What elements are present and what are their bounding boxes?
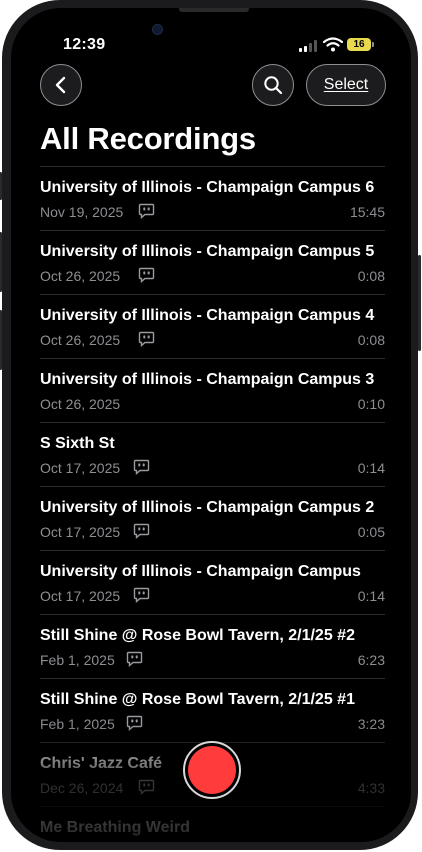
front-camera bbox=[153, 25, 162, 34]
action-button bbox=[0, 172, 2, 200]
recording-name: University of Illinois - Champaign Campu… bbox=[40, 307, 375, 324]
transcript-bubble-icon bbox=[138, 267, 155, 283]
transcript-bubble-icon bbox=[126, 651, 143, 667]
recording-duration: 3:23 bbox=[357, 716, 385, 732]
record-dot bbox=[188, 746, 236, 794]
recording-date: Dec 26, 2024 bbox=[40, 780, 124, 796]
speaker-grille bbox=[179, 8, 249, 12]
volume-down-button bbox=[0, 310, 2, 370]
recording-name: University of Illinois - Champaign Campu… bbox=[40, 371, 375, 388]
recording-row[interactable]: University of Illinois - Champaign Campu… bbox=[40, 550, 385, 614]
recording-date: Oct 26, 2025 bbox=[40, 268, 121, 284]
recording-name: Chris' Jazz Café bbox=[40, 755, 163, 772]
recording-row[interactable]: University of Illinois - Champaign Campu… bbox=[40, 358, 385, 422]
transcript-bubble-icon bbox=[133, 587, 150, 603]
recording-duration: 4:33 bbox=[357, 780, 385, 796]
recording-name: S Sixth St bbox=[40, 435, 115, 452]
recording-row[interactable]: S Sixth St Oct 17, 2025 0:14 bbox=[40, 422, 385, 486]
recording-duration: 0:14 bbox=[357, 460, 385, 476]
transcript-bubble-icon bbox=[138, 331, 155, 347]
transcript-bubble-icon bbox=[138, 203, 155, 219]
recording-name: Still Shine @ Rose Bowl Tavern, 2/1/25 #… bbox=[40, 691, 355, 708]
search-button[interactable] bbox=[252, 64, 294, 106]
recording-date: Oct 17, 2025 bbox=[40, 524, 121, 540]
volume-up-button bbox=[0, 232, 2, 292]
recording-duration: 0:08 bbox=[357, 268, 385, 284]
page-title: All Recordings bbox=[40, 121, 256, 156]
recording-row[interactable]: University of Illinois - Champaign Campu… bbox=[40, 166, 385, 230]
recording-duration: 0:10 bbox=[357, 396, 385, 412]
battery-indicator: 16 bbox=[347, 38, 371, 51]
recording-date: Nov 19, 2025 bbox=[40, 204, 124, 220]
recording-row[interactable]: Me Breathing Weird bbox=[40, 806, 385, 842]
status-time: 12:39 bbox=[63, 36, 106, 53]
recording-name: Me Breathing Weird bbox=[40, 819, 190, 836]
recording-row[interactable]: University of Illinois - Champaign Campu… bbox=[40, 230, 385, 294]
recording-row[interactable]: University of Illinois - Champaign Campu… bbox=[40, 486, 385, 550]
select-button[interactable]: Select bbox=[306, 64, 386, 106]
transcript-bubble-icon bbox=[133, 523, 150, 539]
recording-name: University of Illinois - Champaign Campu… bbox=[40, 179, 375, 196]
screen: 12:39 16 Select All Recordings Universit… bbox=[11, 8, 411, 842]
recording-name: Still Shine @ Rose Bowl Tavern, 2/1/25 #… bbox=[40, 627, 355, 644]
recording-duration: 0:14 bbox=[357, 588, 385, 604]
record-button[interactable] bbox=[183, 741, 241, 799]
battery-tip bbox=[372, 42, 374, 47]
recording-duration: 15:45 bbox=[349, 204, 385, 220]
recording-name: University of Illinois - Champaign Campu… bbox=[40, 499, 375, 516]
recording-date: Feb 1, 2025 bbox=[40, 652, 115, 668]
phone-frame: 12:39 16 Select All Recordings Universit… bbox=[0, 0, 421, 850]
back-button[interactable] bbox=[40, 64, 82, 106]
recording-name: University of Illinois - Champaign Campu… bbox=[40, 563, 361, 580]
recording-date: Oct 17, 2025 bbox=[40, 588, 121, 604]
recording-date: Feb 1, 2025 bbox=[40, 716, 115, 732]
recording-duration: 0:05 bbox=[357, 524, 385, 540]
transcript-bubble-icon bbox=[138, 779, 155, 795]
cellular-signal-icon bbox=[299, 40, 319, 52]
chevron-left-icon bbox=[55, 76, 66, 94]
recording-row[interactable]: Still Shine @ Rose Bowl Tavern, 2/1/25 #… bbox=[40, 614, 385, 678]
recording-date: Oct 26, 2025 bbox=[40, 332, 121, 348]
transcript-bubble-icon bbox=[126, 715, 143, 731]
recording-row[interactable]: Still Shine @ Rose Bowl Tavern, 2/1/25 #… bbox=[40, 678, 385, 742]
power-button bbox=[418, 255, 421, 351]
recording-date: Oct 26, 2025 bbox=[40, 396, 121, 412]
search-icon bbox=[264, 76, 283, 95]
recording-duration: 0:08 bbox=[357, 332, 385, 348]
recording-row[interactable]: University of Illinois - Champaign Campu… bbox=[40, 294, 385, 358]
recording-duration: 6:23 bbox=[357, 652, 385, 668]
status-bar: 12:39 16 bbox=[11, 34, 411, 56]
recording-name: University of Illinois - Champaign Campu… bbox=[40, 243, 375, 260]
recording-date: Oct 17, 2025 bbox=[40, 460, 121, 476]
transcript-bubble-icon bbox=[133, 459, 150, 475]
wifi-icon bbox=[323, 37, 343, 52]
